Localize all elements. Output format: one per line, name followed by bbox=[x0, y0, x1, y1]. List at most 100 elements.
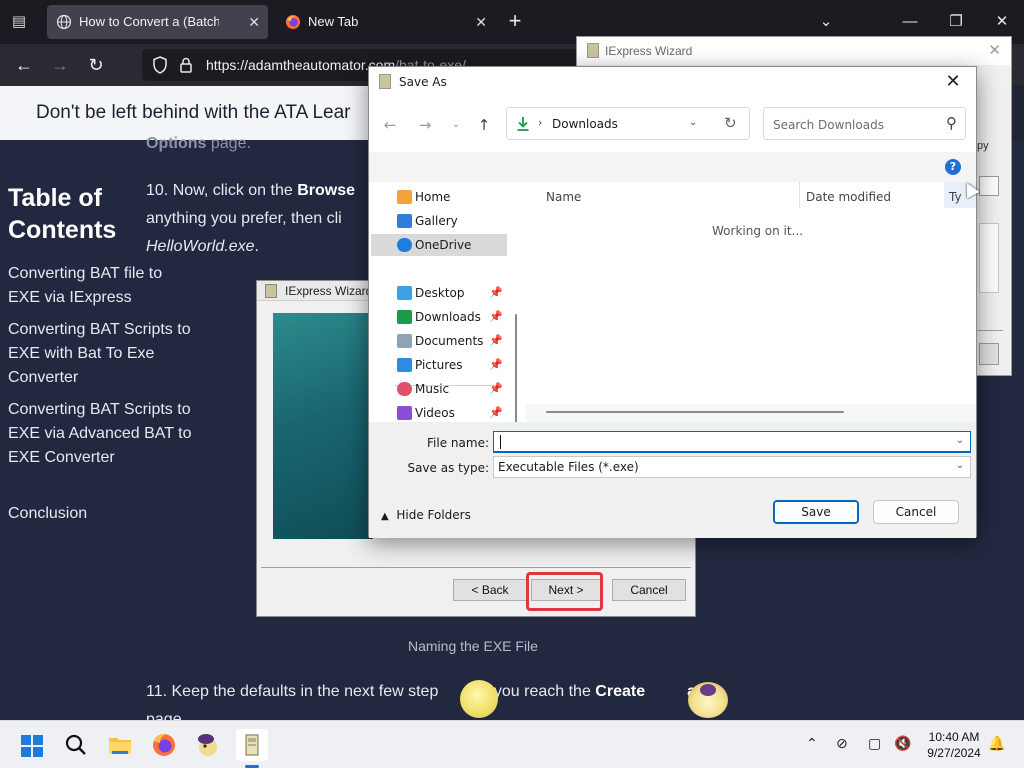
volume-muted-icon[interactable]: 🔇 bbox=[894, 735, 911, 752]
pin-icon[interactable]: 📌 bbox=[489, 354, 503, 376]
pin-icon[interactable]: 📌 bbox=[489, 378, 503, 400]
wizard-button[interactable] bbox=[979, 343, 999, 365]
chevron-down-icon[interactable]: ⌄ bbox=[956, 435, 964, 446]
close-window-icon[interactable]: ✕ bbox=[988, 10, 1016, 34]
step-prev-rest: page. bbox=[206, 135, 251, 152]
text-caret bbox=[500, 435, 501, 449]
download-icon bbox=[517, 117, 529, 131]
step11-mid: il you reach the bbox=[482, 683, 596, 700]
close-icon[interactable]: ✕ bbox=[938, 69, 968, 95]
pin-icon[interactable]: 📌 bbox=[489, 402, 503, 424]
hide-folders-label: Hide Folders bbox=[396, 508, 471, 522]
new-tab-button[interactable]: + bbox=[503, 9, 527, 35]
tab-new-tab[interactable]: New Tab ✕ bbox=[276, 5, 495, 39]
close-icon[interactable]: ✕ bbox=[988, 41, 1001, 59]
toc-link[interactable]: Converting BAT file to EXE via IExpress bbox=[8, 262, 193, 310]
path-bar[interactable]: › Downloads ⌄ ↻ bbox=[506, 107, 750, 140]
app-mascot-icon[interactable] bbox=[192, 729, 224, 761]
pin-icon[interactable]: 📌 bbox=[489, 330, 503, 352]
iexpress-taskbar-button[interactable] bbox=[236, 729, 268, 761]
nav-scrollbar[interactable] bbox=[515, 314, 517, 432]
nav-item-documents[interactable]: Documents 📌 bbox=[371, 330, 507, 352]
toc-link[interactable]: Converting BAT Scripts to EXE with Bat T… bbox=[8, 318, 193, 390]
nav-item-gallery[interactable]: Gallery bbox=[371, 210, 507, 232]
wizard-browse-button[interactable] bbox=[979, 176, 999, 196]
dialog-title: Save As bbox=[399, 75, 447, 89]
wizard-groupbox bbox=[979, 223, 999, 293]
iexpress-icon bbox=[245, 734, 259, 756]
nav-item-pictures[interactable]: Pictures 📌 bbox=[371, 354, 507, 376]
help-icon[interactable]: ? bbox=[945, 159, 961, 175]
tab-article[interactable]: How to Convert a (Batch File) B ✕ bbox=[47, 5, 268, 39]
forward-arrow-icon[interactable]: → bbox=[414, 115, 436, 135]
horizontal-scrollbar[interactable] bbox=[546, 411, 844, 413]
search-input[interactable]: Search Downloads ⚲ bbox=[763, 107, 966, 140]
hide-folders-toggle[interactable]: ▲ Hide Folders bbox=[381, 508, 471, 522]
tab-title: New Tab bbox=[308, 14, 359, 29]
step11-start: 11. Keep the defaults in the next few st… bbox=[146, 683, 439, 700]
system-clock[interactable]: 10:40 AM 9/27/2024 bbox=[922, 729, 986, 761]
nav-item-home[interactable]: Home bbox=[371, 186, 507, 208]
toc-link[interactable]: Converting BAT Scripts to EXE via Advanc… bbox=[8, 398, 193, 470]
path-dropdown-chevron-icon[interactable]: ⌄ bbox=[689, 117, 697, 128]
wizard-fragment-text: py bbox=[977, 140, 989, 152]
refresh-icon[interactable]: ↻ bbox=[724, 114, 737, 132]
video-icon bbox=[397, 406, 412, 420]
save-as-dialog: Save As ✕ ← → ⌄ ↑ › Downloads ⌄ ↻ Search… bbox=[368, 66, 977, 538]
toc-link[interactable]: Conclusion bbox=[8, 502, 193, 526]
document-icon bbox=[397, 334, 412, 348]
nav-item-desktop[interactable]: Desktop 📌 bbox=[371, 282, 507, 304]
lock-icon bbox=[180, 57, 192, 73]
file-name-input[interactable]: ⌄ bbox=[493, 431, 971, 453]
wizard-cancel-button: Cancel bbox=[612, 579, 686, 601]
back-arrow-icon[interactable]: ← bbox=[379, 115, 401, 135]
pin-icon[interactable]: 📌 bbox=[489, 306, 503, 328]
nav-item-downloads[interactable]: Downloads 📌 bbox=[371, 306, 507, 328]
pin-icon[interactable]: 📌 bbox=[489, 282, 503, 304]
step11-line2: page. bbox=[146, 711, 187, 720]
file-name-label: File name: bbox=[427, 436, 489, 450]
breadcrumb[interactable]: Downloads bbox=[552, 117, 618, 131]
next-highlight-box bbox=[526, 572, 603, 611]
chevron-up-icon[interactable]: ⌃ bbox=[806, 735, 818, 752]
close-tab-icon[interactable]: ✕ bbox=[475, 5, 487, 39]
horizontal-scrollbar-track bbox=[526, 404, 976, 422]
monitor-icon[interactable]: ▢ bbox=[868, 735, 881, 752]
save-button[interactable]: Save bbox=[773, 500, 859, 524]
nav-item-label: Pictures bbox=[415, 358, 463, 372]
network-off-icon[interactable]: ⊘ bbox=[836, 735, 848, 752]
save-type-select[interactable]: Executable Files (*.exe) ⌄ bbox=[493, 456, 971, 478]
column-header-date-modified[interactable]: Date modified bbox=[806, 190, 891, 204]
search-icon[interactable] bbox=[60, 729, 92, 761]
column-header-name[interactable]: Name bbox=[546, 190, 581, 204]
up-arrow-icon[interactable]: ↑ bbox=[473, 115, 495, 135]
recent-locations-chevron-icon[interactable]: ⌄ bbox=[445, 115, 467, 135]
save-type-value: Executable Files (*.exe) bbox=[498, 460, 639, 474]
step-prev-bold: Options bbox=[146, 135, 207, 152]
step10-bold: Browse bbox=[297, 182, 355, 199]
restore-icon[interactable]: ❐ bbox=[942, 10, 970, 34]
minimize-icon[interactable]: — bbox=[896, 10, 924, 34]
step10-prefix: 10. Now, click on the bbox=[146, 182, 298, 199]
nav-item-videos[interactable]: Videos 📌 bbox=[371, 402, 507, 424]
cancel-button[interactable]: Cancel bbox=[873, 500, 959, 524]
windows-start-icon[interactable] bbox=[16, 730, 48, 762]
clock-time: 10:40 AM bbox=[928, 730, 980, 744]
nav-item-onedrive[interactable]: OneDrive bbox=[371, 234, 507, 256]
nav-item-music[interactable]: Music 📌 bbox=[371, 378, 507, 400]
tab-overflow-chevron-icon[interactable]: ⌄ bbox=[812, 10, 840, 34]
back-arrow-icon[interactable]: ← bbox=[11, 53, 37, 77]
column-divider[interactable] bbox=[799, 182, 800, 208]
tab-list-icon[interactable]: ▤ bbox=[8, 11, 30, 33]
download-icon bbox=[397, 310, 412, 324]
wizard-graphic bbox=[273, 313, 373, 539]
reload-icon[interactable]: ↻ bbox=[83, 53, 109, 77]
forward-arrow-icon[interactable]: → bbox=[47, 53, 73, 77]
sticker-image bbox=[460, 680, 498, 718]
notification-bell-icon[interactable]: 🔔 bbox=[988, 735, 1005, 752]
nav-item-label: Desktop bbox=[415, 286, 465, 300]
firefox-icon[interactable] bbox=[148, 729, 180, 761]
desktop-icon bbox=[397, 286, 412, 300]
file-explorer-icon[interactable] bbox=[104, 729, 136, 761]
close-tab-icon[interactable]: ✕ bbox=[248, 5, 260, 39]
